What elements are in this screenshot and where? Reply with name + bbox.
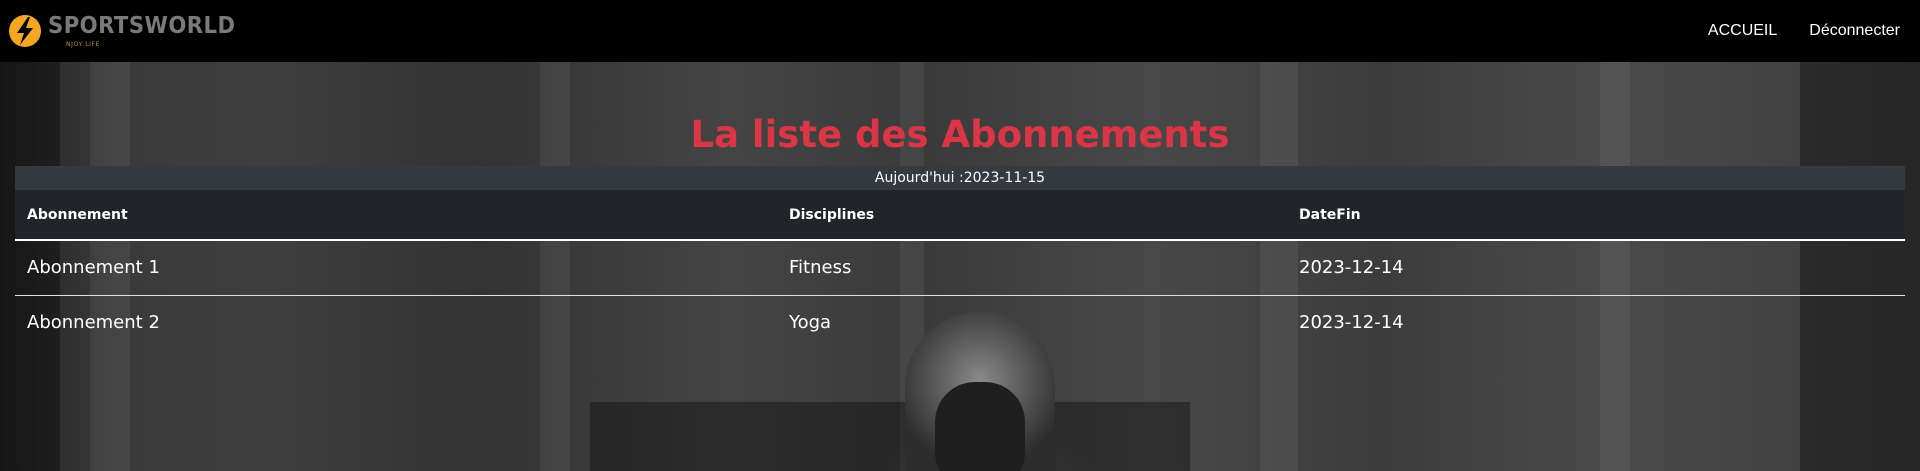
table-row: Abonnement 1 Fitness 2023-12-14 [15,240,1905,295]
lightning-bolt-circle-icon [6,12,44,50]
cell-disciplines: Yoga [789,312,832,334]
cell-disciplines: Fitness [789,257,852,279]
table-row: Abonnement 2 Yoga 2023-12-14 [15,295,1905,350]
cell-datefin: 2023-12-14 [1299,312,1404,334]
today-date-caption: Aujourd'hui :2023-11-15 [15,166,1905,190]
nav-link-accueil[interactable]: ACCUEIL [1708,22,1777,40]
subscriptions-table: Abonnement Disciplines DateFin Abonnemen… [15,190,1905,350]
column-header-abonnement: Abonnement [27,206,128,223]
nav-links: ACCUEIL Déconnecter [1676,22,1920,40]
subscriptions-table-container: Aujourd'hui :2023-11-15 Abonnement Disci… [15,166,1905,350]
cell-abonnement: Abonnement 2 [27,312,160,334]
cell-abonnement: Abonnement 1 [27,257,160,279]
brand-logo[interactable]: SPORTSWORLD NJOY LIFE [0,12,252,50]
table-header-row: Abonnement Disciplines DateFin [15,190,1905,240]
column-header-disciplines: Disciplines [789,206,875,223]
column-header-datefin: DateFin [1299,206,1361,223]
page-title: La liste des Abonnements [690,113,1230,156]
brand-tagline: NJOY LIFE [66,40,100,48]
cell-datefin: 2023-12-14 [1299,257,1404,279]
top-navbar: SPORTSWORLD NJOY LIFE ACCUEIL Déconnecte… [0,0,1920,62]
brand-name: SPORTSWORLD [48,12,236,39]
nav-link-deconnecter[interactable]: Déconnecter [1809,22,1900,40]
